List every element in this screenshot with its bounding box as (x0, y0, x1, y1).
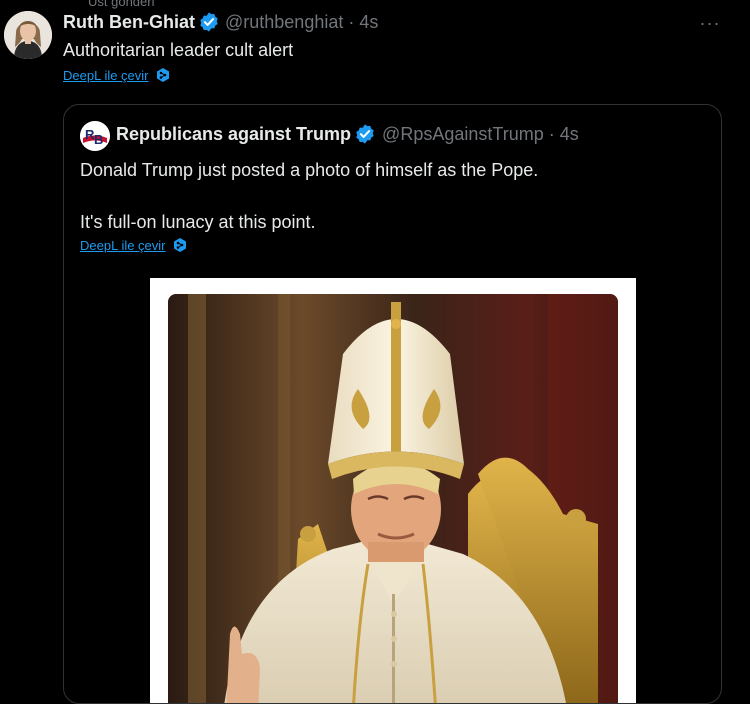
quoted-text: Donald Trump just posted a photo of hims… (80, 157, 538, 235)
tweet-header: Ruth Ben-Ghiat @ruthbenghiat · 4s (63, 10, 378, 34)
translate-link[interactable]: DeepL ile çevir (63, 67, 171, 83)
quoted-author-handle[interactable]: @RpsAgainstTrump · 4s (382, 124, 579, 145)
quoted-header: Republicans against Trump @RpsAgainstTru… (116, 123, 579, 145)
avatar-image (4, 11, 52, 59)
svg-text:B: B (94, 132, 103, 147)
author-name[interactable]: Ruth Ben-Ghiat (63, 12, 195, 33)
tweet-text: Authoritarian leader cult alert (63, 40, 294, 60)
quoted-avatar[interactable]: R B (80, 121, 110, 151)
deepl-icon (156, 68, 169, 82)
verified-badge-icon[interactable] (354, 123, 376, 145)
deepl-icon (173, 238, 186, 252)
verified-badge-icon[interactable] (198, 11, 220, 33)
avatar[interactable] (4, 11, 52, 59)
quoted-translate-link[interactable]: DeepL ile çevir (80, 237, 188, 253)
quoted-translate-label[interactable]: DeepL ile çevir (80, 238, 166, 253)
context-line: Üst gönderi (88, 0, 155, 9)
author-handle[interactable]: @ruthbenghiat · 4s (225, 12, 378, 33)
rb-logo-icon: R B (80, 121, 110, 151)
more-dots-icon[interactable]: ··· (697, 12, 723, 34)
pope-image (168, 294, 618, 703)
quoted-text-line-1: Donald Trump just posted a photo of hims… (80, 160, 539, 180)
translate-label[interactable]: DeepL ile çevir (63, 68, 149, 83)
quoted-author-name[interactable]: Republicans against Trump (116, 124, 351, 145)
quoted-text-line-2: It's full-on lunacy at this point. (80, 212, 316, 232)
quoted-media-image[interactable] (150, 278, 636, 703)
quoted-tweet-card[interactable]: R B Republicans against Trump @RpsAgains… (63, 104, 722, 704)
